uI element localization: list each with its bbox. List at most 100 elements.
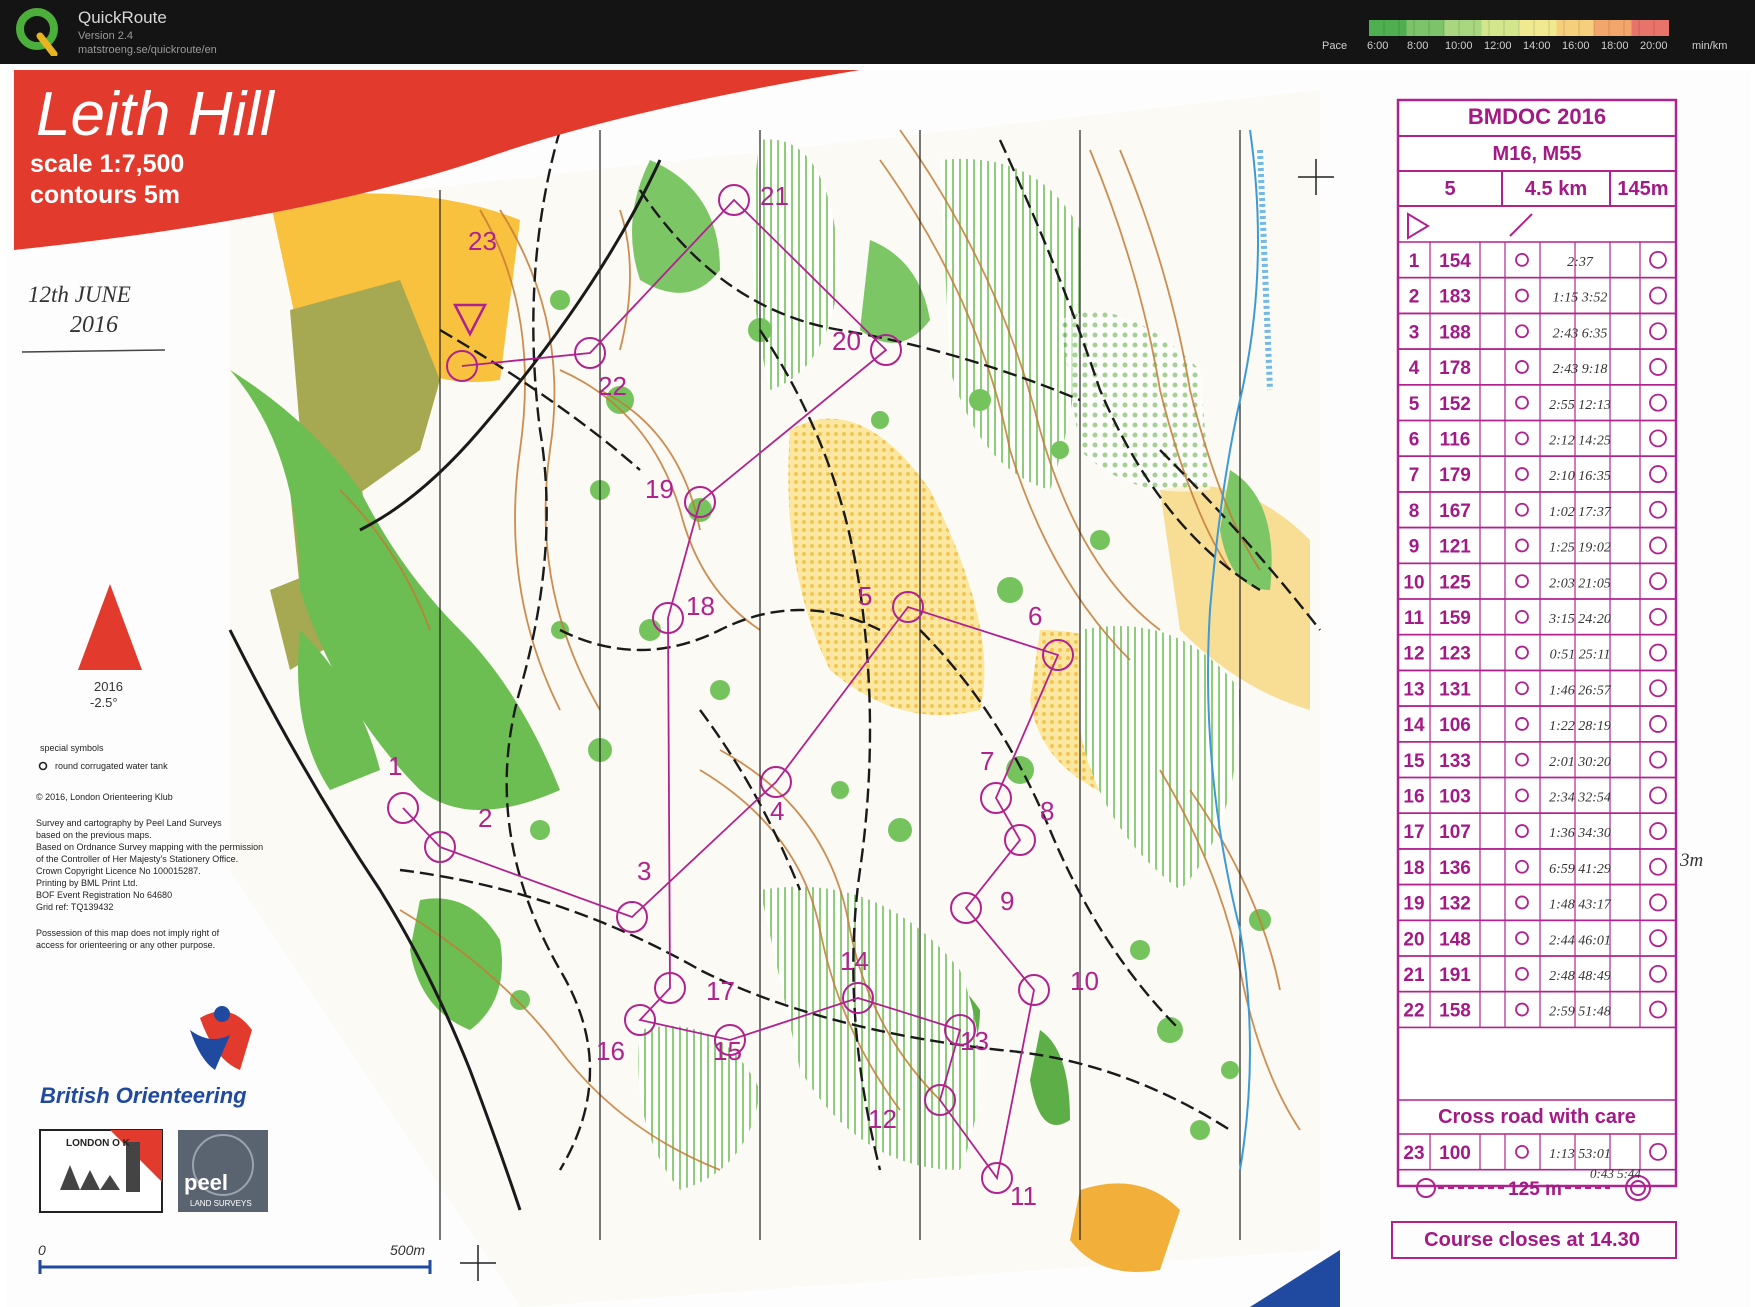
control-number-12: 12 bbox=[868, 1104, 897, 1134]
control-split: 1:02 17:37 bbox=[1549, 505, 1612, 520]
control-number-3: 3 bbox=[637, 856, 651, 886]
course-length: 4.5 km bbox=[1525, 178, 1587, 200]
control-code: 116 bbox=[1440, 430, 1471, 451]
control-number-8: 8 bbox=[1040, 796, 1054, 826]
control-seq: 5 bbox=[1409, 394, 1420, 415]
scale-bar-start: 0 bbox=[38, 1242, 46, 1258]
control-split: 1:13 53:01 bbox=[1549, 1147, 1611, 1162]
control-split: 1:22 28:19 bbox=[1549, 719, 1611, 734]
peel-logo-text: peel bbox=[184, 1170, 228, 1195]
control-seq: 8 bbox=[1409, 501, 1420, 522]
control-code: 183 bbox=[1439, 287, 1471, 308]
map-title: Leith Hill bbox=[36, 80, 276, 149]
credits-line: Grid ref: TQ139432 bbox=[36, 902, 113, 912]
pace-ticks: 6:00 8:00 10:00 12:00 14:00 16:00 18:00 … bbox=[1360, 40, 1680, 54]
control-number-21: 21 bbox=[760, 181, 789, 211]
control-number-19: 19 bbox=[645, 474, 674, 504]
pace-tick: 8:00 bbox=[1407, 40, 1429, 52]
control-seq: 21 bbox=[1403, 965, 1425, 986]
control-split: 1:25 19:02 bbox=[1549, 541, 1611, 556]
control-number-17: 17 bbox=[706, 976, 735, 1006]
control-number-2: 2 bbox=[478, 803, 492, 833]
orienteering-map[interactable]: Leith Hill scale 1:7,500 contours 5m 12t… bbox=[0, 70, 1755, 1307]
special-symbols-title: special symbols bbox=[40, 743, 104, 753]
control-description-sheet: BMDOC 2016 M16, M55 5 4.5 km 145m 1 154 2:… bbox=[1391, 98, 1678, 1259]
course-controls-count: 5 bbox=[1444, 178, 1455, 200]
control-split: 3:15 24:20 bbox=[1548, 612, 1611, 627]
course-climb: 145m bbox=[1617, 178, 1668, 200]
north-declination: -2.5° bbox=[90, 695, 118, 710]
course-closes-note: Course closes at 14.30 bbox=[1424, 1229, 1640, 1251]
control-seq: 4 bbox=[1409, 358, 1420, 379]
control-number-22: 22 bbox=[598, 371, 627, 401]
control-code: 107 bbox=[1439, 822, 1471, 843]
control-code: 178 bbox=[1439, 358, 1471, 379]
control-split: 2:59 51:48 bbox=[1549, 1005, 1611, 1020]
control-code: 152 bbox=[1439, 394, 1471, 415]
control-split: 0:51 25:11 bbox=[1550, 648, 1611, 663]
control-code: 121 bbox=[1439, 537, 1471, 558]
pace-color-segment bbox=[1556, 20, 1595, 36]
credits-line: Based on Ordnance Survey mapping with th… bbox=[36, 842, 263, 852]
control-number-15: 15 bbox=[713, 1036, 742, 1066]
pace-tick: 6:00 bbox=[1367, 40, 1389, 52]
control-number-5: 5 bbox=[858, 581, 872, 611]
control-number-14: 14 bbox=[840, 946, 869, 976]
finish-distance: 125 m bbox=[1508, 1179, 1562, 1200]
control-number-16: 16 bbox=[596, 1036, 625, 1066]
control-number-10: 10 bbox=[1070, 966, 1099, 996]
control-seq: 9 bbox=[1409, 537, 1420, 558]
control-seq: 7 bbox=[1409, 465, 1420, 486]
pace-tick: 10:00 bbox=[1445, 40, 1473, 52]
app-version: Version 2.4 bbox=[78, 30, 134, 42]
pace-tick: 16:00 bbox=[1562, 40, 1590, 52]
control-code: 188 bbox=[1439, 322, 1471, 343]
control-code: 167 bbox=[1439, 501, 1471, 522]
app-url-link[interactable]: matstroeng.se/quickroute/en bbox=[78, 44, 217, 56]
control-seq: 16 bbox=[1403, 787, 1424, 808]
course-classes: M16, M55 bbox=[1493, 143, 1582, 165]
credits-line: Crown Copyright Licence No 100015287. bbox=[36, 866, 201, 876]
pace-tick: 14:00 bbox=[1523, 40, 1551, 52]
pace-color-segment bbox=[1369, 20, 1407, 36]
control-number-9: 9 bbox=[1000, 886, 1014, 916]
control-split: 2:03 21:05 bbox=[1549, 576, 1611, 591]
control-split: 2:48 48:49 bbox=[1549, 969, 1611, 984]
control-code: 191 bbox=[1439, 965, 1471, 986]
control-number-1: 1 bbox=[388, 751, 402, 781]
pace-color-segment bbox=[1519, 20, 1557, 36]
pace-color-segment bbox=[1481, 20, 1520, 36]
control-split: 2:43 9:18 bbox=[1553, 362, 1608, 377]
pace-color-segment bbox=[1406, 20, 1445, 36]
map-contours: contours 5m bbox=[30, 181, 180, 209]
control-seq: 14 bbox=[1403, 715, 1425, 736]
special-symbol-water-tank: round corrugated water tank bbox=[55, 761, 168, 771]
copyright: © 2016, London Orienteering Klub bbox=[36, 792, 173, 802]
control-seq: 20 bbox=[1403, 929, 1424, 950]
control-split: 1:36 34:30 bbox=[1549, 826, 1611, 841]
possession-line: access for orienteering or any other pur… bbox=[36, 940, 215, 950]
control-seq: 17 bbox=[1403, 822, 1424, 843]
control-code: 123 bbox=[1439, 644, 1471, 665]
pace-label: Pace bbox=[1322, 40, 1348, 52]
control-seq: 22 bbox=[1403, 1001, 1424, 1022]
control-code: 106 bbox=[1439, 715, 1471, 736]
control-number-23: 23 bbox=[468, 226, 497, 256]
control-split: 2:37 bbox=[1567, 255, 1594, 270]
control-code: 131 bbox=[1439, 679, 1471, 700]
event-name: BMDOC 2016 bbox=[1468, 104, 1606, 129]
control-seq: 10 bbox=[1403, 572, 1424, 593]
control-number-7: 7 bbox=[980, 746, 994, 776]
credits-line: based on the previous maps. bbox=[36, 830, 152, 840]
handwritten-side-note: 3m bbox=[1679, 850, 1703, 871]
pace-color-segment bbox=[1444, 20, 1482, 36]
credits-line: BOF Event Registration No 64680 bbox=[36, 890, 172, 900]
control-seq: 13 bbox=[1403, 679, 1424, 700]
pace-unit: min/km bbox=[1692, 40, 1728, 52]
finish-split: 0:43 5:44 bbox=[1590, 1166, 1641, 1181]
control-seq: 2 bbox=[1409, 287, 1420, 308]
control-code: 159 bbox=[1439, 608, 1471, 629]
control-code: 136 bbox=[1439, 858, 1471, 879]
control-number-6: 6 bbox=[1028, 601, 1042, 631]
control-seq: 1 bbox=[1409, 251, 1420, 272]
